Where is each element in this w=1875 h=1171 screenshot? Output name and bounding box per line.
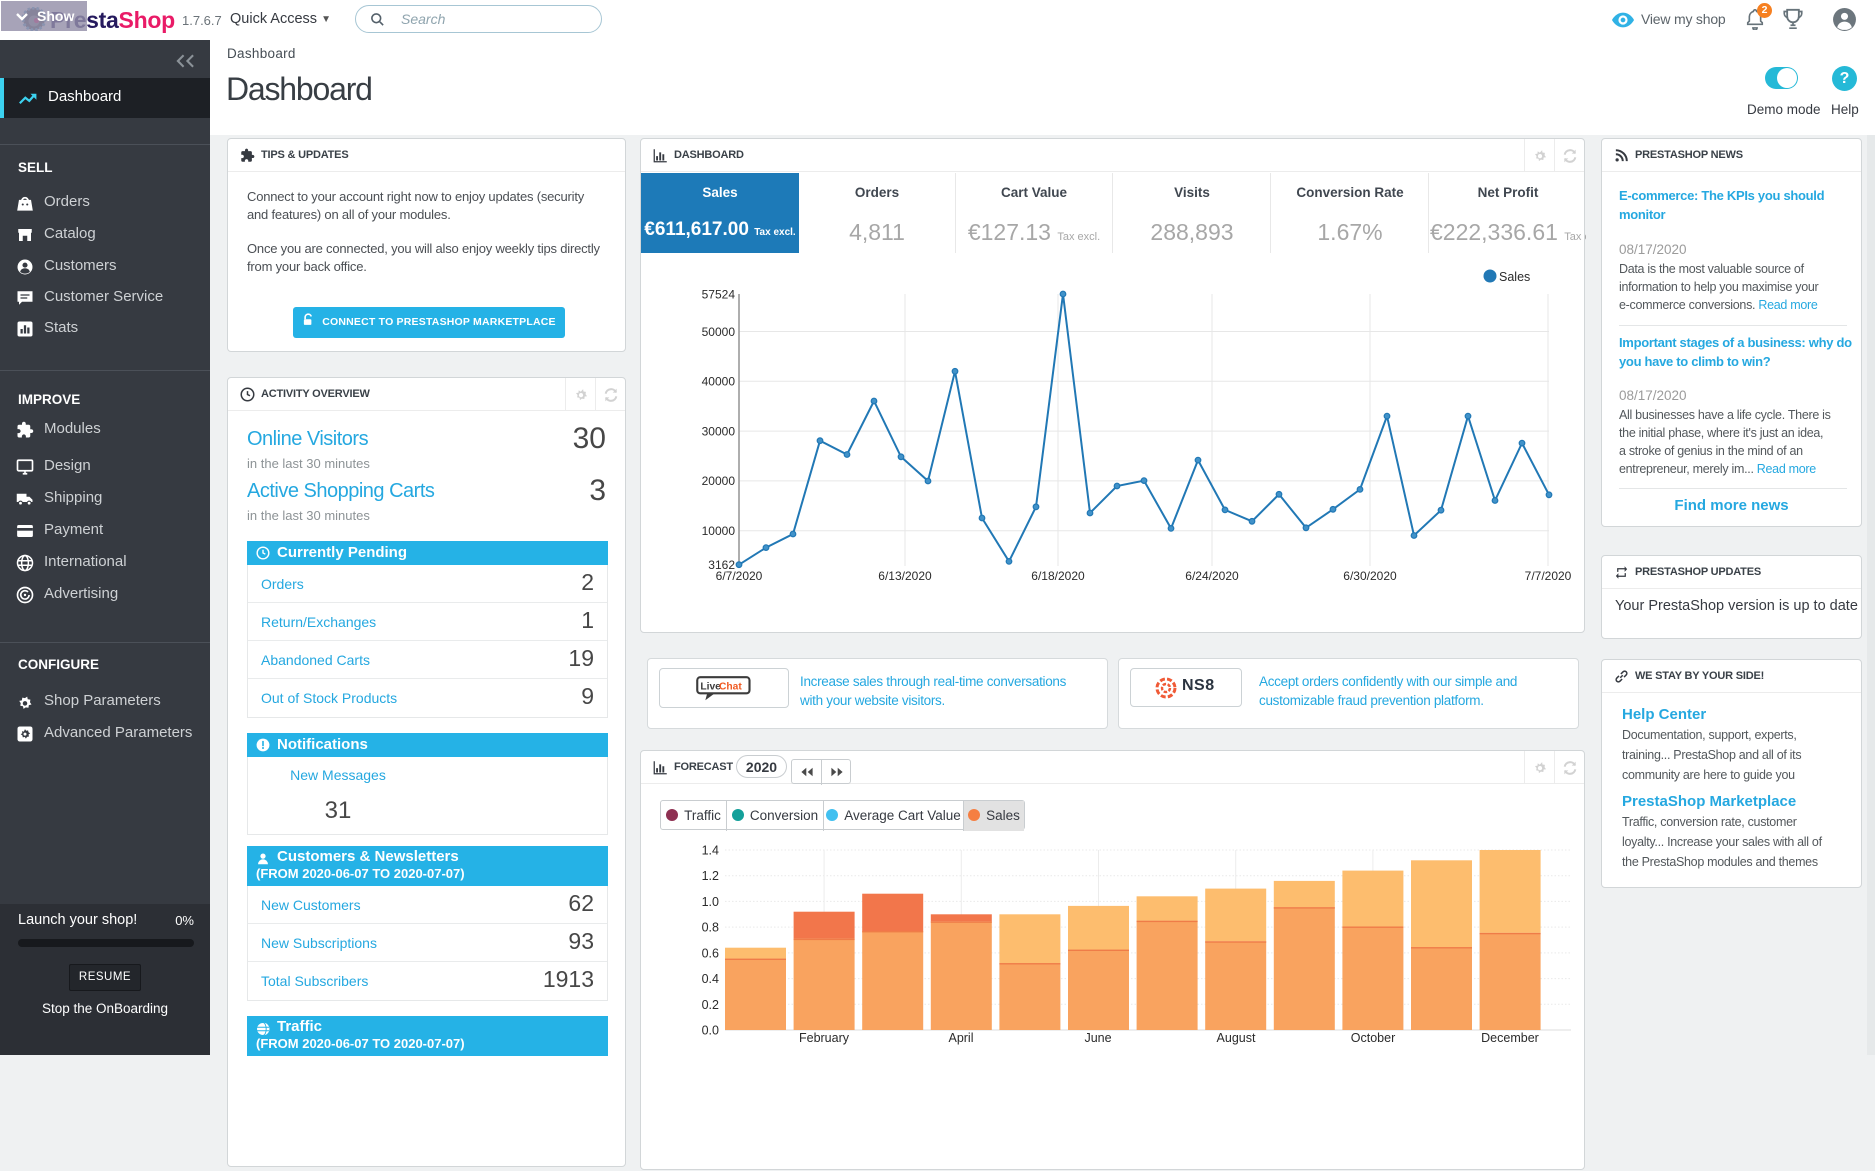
svg-text:1.2: 1.2 (702, 869, 719, 883)
svg-text:50000: 50000 (702, 325, 736, 339)
svg-text:0.8: 0.8 (702, 921, 719, 935)
svg-text:7/7/2020: 7/7/2020 (1525, 569, 1572, 583)
svg-text:0.6: 0.6 (702, 946, 719, 960)
svg-text:October: October (1351, 1031, 1395, 1045)
svg-text:June: June (1084, 1031, 1111, 1045)
svg-text:February: February (799, 1031, 850, 1045)
svg-text:Sales: Sales (1499, 270, 1530, 284)
svg-text:6/18/2020: 6/18/2020 (1031, 569, 1085, 583)
svg-text:40000: 40000 (702, 375, 736, 389)
svg-text:Live: Live (700, 682, 721, 693)
svg-text:6/7/2020: 6/7/2020 (716, 569, 763, 583)
svg-text:20000: 20000 (702, 474, 736, 488)
svg-text:30000: 30000 (702, 424, 736, 438)
svg-text:6/30/2020: 6/30/2020 (1343, 569, 1397, 583)
svg-text:August: August (1217, 1031, 1256, 1045)
svg-text:1.4: 1.4 (702, 844, 719, 858)
svg-text:0.0: 0.0 (702, 1024, 719, 1038)
svg-text:1.0: 1.0 (702, 895, 719, 909)
svg-text:6/13/2020: 6/13/2020 (878, 569, 932, 583)
svg-text:April: April (948, 1031, 973, 1045)
svg-text:0.4: 0.4 (702, 972, 719, 986)
svg-text:December: December (1481, 1031, 1539, 1045)
svg-text:0.2: 0.2 (702, 998, 719, 1012)
svg-text:6/24/2020: 6/24/2020 (1185, 569, 1239, 583)
svg-text:10000: 10000 (702, 524, 736, 538)
svg-text:Chat: Chat (719, 682, 742, 693)
svg-text:57524: 57524 (702, 288, 736, 302)
